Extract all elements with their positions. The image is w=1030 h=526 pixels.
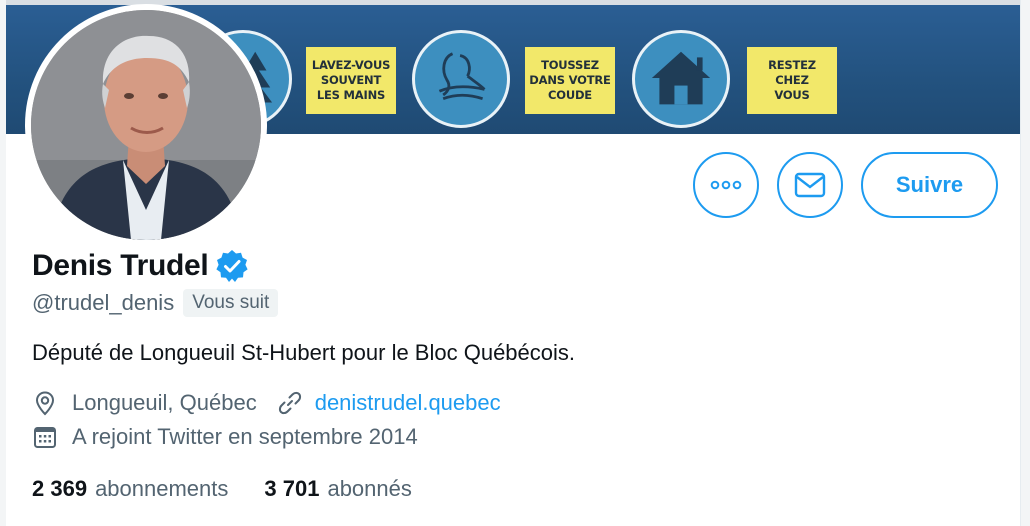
followers-count: 3 701 bbox=[264, 476, 320, 501]
follow-stats: 2 369 abonnements 3 701 abonnés bbox=[32, 476, 412, 502]
joined-text: A rejoint Twitter en septembre 2014 bbox=[72, 424, 418, 449]
link-icon bbox=[278, 391, 301, 415]
location-pin-icon bbox=[35, 391, 55, 416]
avatar-photo bbox=[31, 10, 261, 240]
more-icon bbox=[710, 180, 742, 190]
message-button[interactable] bbox=[777, 152, 843, 218]
bio: Député de Longueuil St-Hubert pour le Bl… bbox=[32, 340, 576, 365]
profile-page: LAVEZ-VOUS SOUVENT LES MAINS TOUSSEZ DAN… bbox=[0, 0, 1030, 526]
avatar[interactable] bbox=[25, 4, 267, 246]
display-name: Denis Trudel bbox=[32, 249, 209, 282]
mail-icon bbox=[794, 172, 826, 198]
handle-row: @trudel_denis Vous suit bbox=[32, 287, 279, 319]
website-link[interactable]: denistrudel.quebec bbox=[315, 390, 501, 416]
banner-sign-1: LAVEZ-VOUS SOUVENT LES MAINS bbox=[306, 47, 396, 114]
meta-joined: A rejoint Twitter en septembre 2014 bbox=[32, 424, 418, 450]
name-row: Denis Trudel bbox=[32, 246, 250, 286]
banner-sign-3: RESTEZ CHEZ VOUS bbox=[747, 47, 837, 114]
banner-cough-icon bbox=[412, 30, 510, 128]
meta-location-website: Longueuil, Québec denistrudel.quebec bbox=[32, 390, 501, 416]
handle: @trudel_denis bbox=[32, 290, 175, 315]
following-count: 2 369 bbox=[32, 476, 88, 501]
follows-you-badge: Vous suit bbox=[183, 289, 279, 317]
following-label: abonnements bbox=[95, 476, 229, 501]
banner-home-icon bbox=[632, 30, 730, 128]
followers-link[interactable]: 3 701 abonnés bbox=[264, 476, 411, 502]
calendar-icon bbox=[34, 427, 56, 448]
banner-sign-2: TOUSSEZ DANS VOTRE COUDE bbox=[525, 47, 615, 114]
followers-label: abonnés bbox=[327, 476, 412, 501]
following-link[interactable]: 2 369 abonnements bbox=[32, 476, 228, 502]
follow-button[interactable]: Suivre bbox=[861, 152, 998, 218]
more-button[interactable] bbox=[693, 152, 759, 218]
verified-badge-icon bbox=[216, 250, 249, 282]
location-text: Longueuil, Québec bbox=[72, 390, 257, 415]
right-gutter bbox=[1020, 0, 1030, 526]
